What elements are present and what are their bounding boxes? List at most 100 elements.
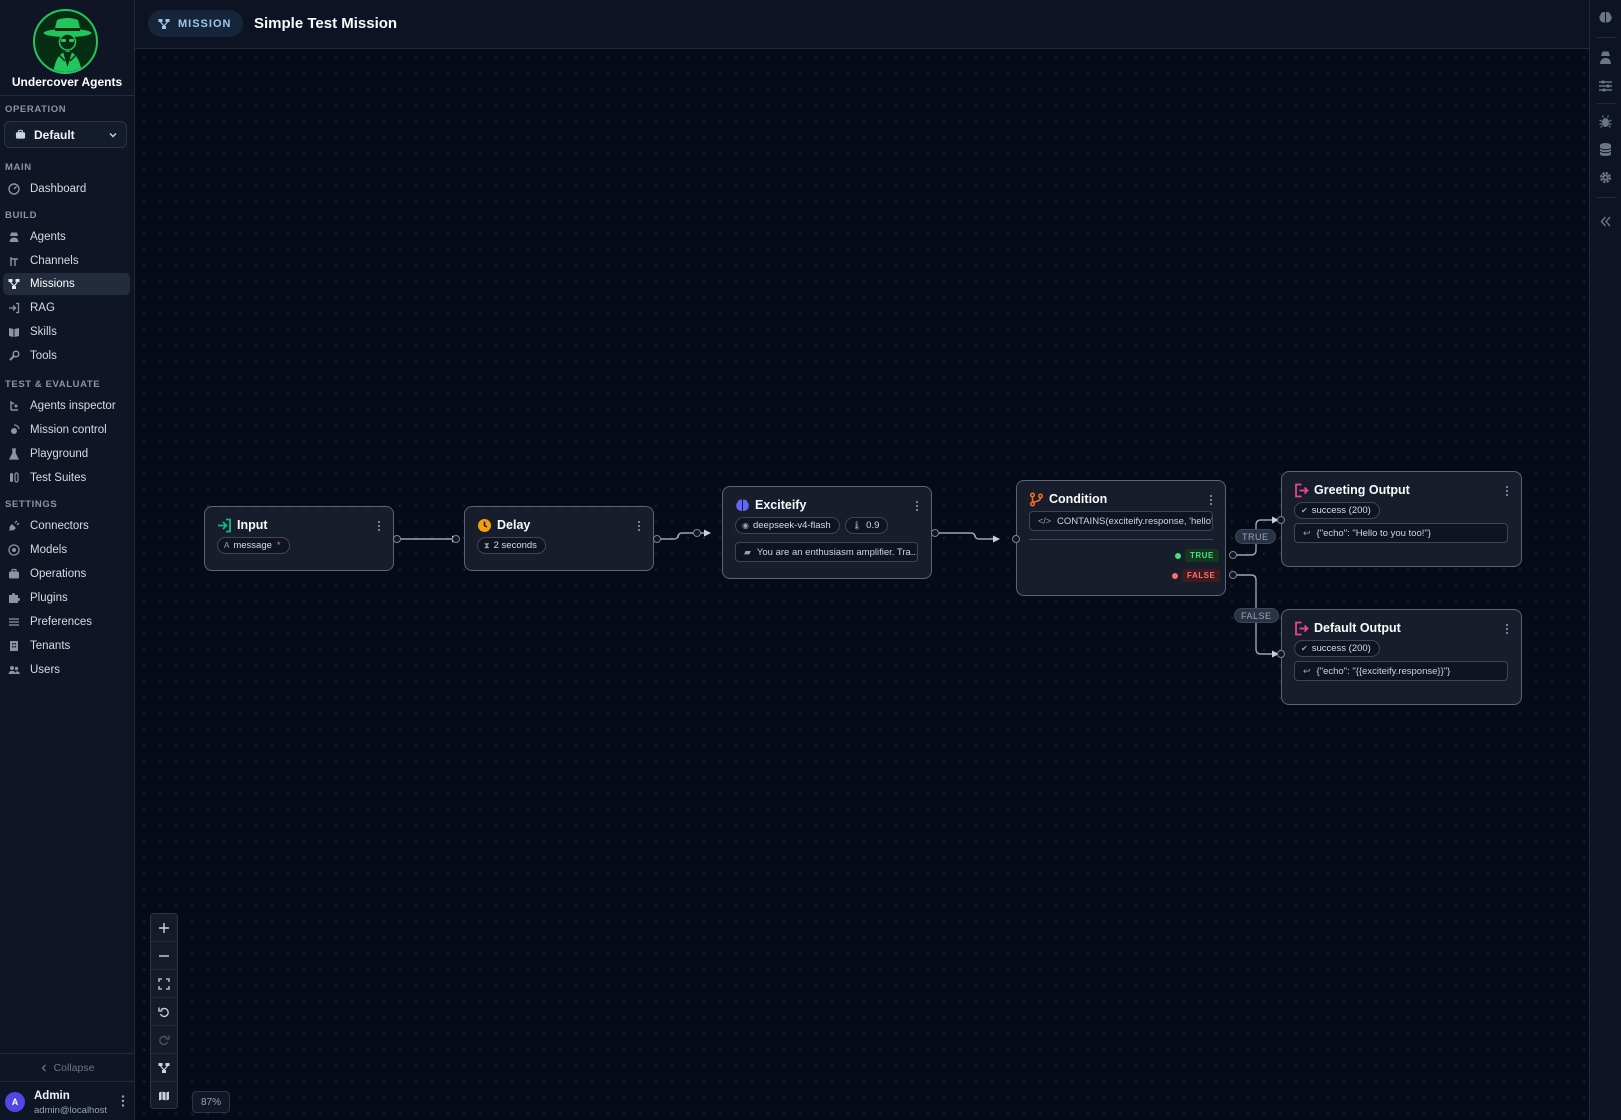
model-chip: ◉ deepseek-v4-flash: [735, 517, 840, 534]
node-delay[interactable]: Delay ⧗ 2 seconds: [464, 506, 654, 571]
sidebar-item-operations[interactable]: Operations: [3, 563, 130, 585]
sidebar-item-users[interactable]: Users: [3, 659, 130, 681]
redo-button[interactable]: [151, 1026, 177, 1054]
zoom-in-button[interactable]: [151, 914, 177, 942]
auto-layout-button[interactable]: [151, 1054, 177, 1082]
logout-arrow-icon: [1295, 483, 1309, 498]
sidebar-item-tools[interactable]: Tools: [3, 345, 130, 367]
building-icon: [10, 641, 18, 651]
port-exciteify-in[interactable]: [693, 529, 701, 537]
section-label-settings: SETTINGS: [5, 499, 58, 510]
port-condition-true-out[interactable]: [1229, 551, 1237, 559]
response-body: ↩ {"echo": "Hello to you too!"}: [1294, 523, 1508, 543]
rail-divider: [1596, 103, 1616, 104]
redo-icon: [159, 1035, 170, 1045]
response-body-text: {"echo": "Hello to you too!"}: [1316, 527, 1431, 539]
page-title: Simple Test Mission: [254, 15, 398, 32]
database-icon[interactable]: [1598, 142, 1613, 157]
node-title: Condition: [1049, 492, 1108, 506]
sidebar-item-tenants[interactable]: Tenants: [3, 635, 130, 657]
kebab-menu-icon[interactable]: [118, 1094, 128, 1108]
sidebar-item-agents-inspector[interactable]: Agents inspector: [3, 395, 130, 417]
sidebar-item-label: Mission control: [30, 424, 107, 436]
temperature-value: 0.9: [866, 520, 880, 531]
sidebar-item-test-suites[interactable]: Test Suites: [3, 467, 130, 489]
fit-view-button[interactable]: [151, 970, 177, 998]
sidebar-item-rag[interactable]: RAG: [3, 297, 130, 319]
delay-duration-chip: ⧗ 2 seconds: [477, 537, 546, 554]
sidebar-item-dashboard[interactable]: Dashboard: [3, 178, 130, 200]
port-default-in[interactable]: [1277, 650, 1285, 658]
prompt-text: You are an enthusiasm amplifier. Tra...: [756, 546, 918, 558]
undo-button[interactable]: [151, 998, 177, 1026]
sidebar-item-channels[interactable]: Channels: [3, 250, 130, 272]
minimap-button[interactable]: [151, 1082, 177, 1110]
node-menu-icon[interactable]: [915, 500, 919, 512]
collapse-button[interactable]: Collapse: [0, 1053, 134, 1075]
sidebar-item-plugins[interactable]: Plugins: [3, 587, 130, 609]
wrench-icon: [9, 350, 20, 361]
right-toolbar: [1589, 0, 1621, 1120]
bug-icon[interactable]: [1598, 114, 1613, 129]
false-branch-dot: [1172, 573, 1178, 579]
temperature-chip: 🌡︎ 0.9: [845, 517, 889, 534]
edges-layer: [396, 516, 1279, 658]
port-condition-false-out[interactable]: [1229, 571, 1237, 579]
sidebar-item-missions[interactable]: Missions: [3, 273, 130, 295]
node-menu-icon[interactable]: [1209, 494, 1213, 506]
sidebar-item-label: Dashboard: [30, 183, 87, 195]
port-input-out[interactable]: [393, 535, 401, 543]
user-name: Admin: [34, 1090, 70, 1102]
operation-select[interactable]: Default: [4, 121, 127, 148]
true-branch-label: TRUE: [1185, 549, 1219, 562]
user-profile[interactable]: A Admin admin@localhost: [0, 1081, 134, 1120]
hourglass-icon: ⧗: [484, 540, 490, 550]
node-exciteify[interactable]: Exciteify ◉ deepseek-v4-flash 🌡︎ 0.9 ▰ Y…: [722, 486, 932, 579]
node-menu-icon[interactable]: [1505, 485, 1509, 497]
node-menu-icon[interactable]: [1505, 623, 1509, 635]
port-delay-in[interactable]: [452, 535, 460, 543]
mission-badge: MISSION: [148, 10, 244, 37]
sidebar-item-label: Users: [30, 664, 61, 676]
sidebar-item-models[interactable]: Models: [3, 539, 130, 561]
sliders-icon[interactable]: [1598, 78, 1613, 93]
brain-icon[interactable]: [1598, 10, 1613, 25]
sidebar-item-preferences[interactable]: Preferences: [3, 611, 130, 633]
sidebar-item-connectors[interactable]: Connectors: [3, 515, 130, 537]
node-greeting-output[interactable]: Greeting Output ✔ success (200) ↩ {"echo…: [1281, 471, 1522, 567]
port-exciteify-out[interactable]: [931, 529, 939, 537]
node-menu-icon[interactable]: [377, 520, 381, 532]
prompt-preview: ▰ You are an enthusiasm amplifier. Tra..…: [735, 542, 918, 562]
chevrons-left-icon[interactable]: [1598, 214, 1613, 229]
sidebar-item-label: RAG: [30, 302, 55, 314]
workflow-canvas[interactable]: Input A message * Delay ⧗ 2 seconds Exci…: [136, 50, 1589, 1120]
zoom-level: 87%: [192, 1091, 231, 1113]
port-delay-out[interactable]: [653, 535, 661, 543]
node-title: Default Output: [1314, 621, 1401, 635]
zoom-out-button[interactable]: [151, 942, 177, 970]
node-menu-icon[interactable]: [637, 520, 641, 532]
users-icon: [8, 666, 20, 674]
sidebar-item-skills[interactable]: Skills: [3, 321, 130, 343]
sidebar-item-playground[interactable]: Playground: [3, 443, 130, 465]
edge-label-false: FALSE: [1234, 608, 1279, 623]
brand-logo[interactable]: [33, 9, 98, 74]
port-condition-in[interactable]: [1012, 535, 1020, 543]
node-title: Input: [237, 518, 268, 532]
sidebar-item-agents[interactable]: Agents: [3, 226, 130, 248]
condition-expression-text: CONTAINS(exciteify.response, 'hello'): [1057, 515, 1213, 527]
node-default-output[interactable]: Default Output ✔ success (200) ↩ {"echo"…: [1281, 609, 1522, 705]
briefcase-icon: [15, 129, 26, 139]
node-input[interactable]: Input A message *: [204, 506, 394, 571]
node-title: Greeting Output: [1314, 483, 1410, 497]
tower-icon: [10, 257, 18, 266]
rail-divider: [1596, 197, 1616, 198]
sidebar-item-mission-control[interactable]: Mission control: [3, 419, 130, 441]
gear-icon[interactable]: [1598, 170, 1613, 185]
false-branch-label: FALSE: [1182, 569, 1221, 582]
node-condition[interactable]: Condition </> CONTAINS(exciteify.respons…: [1016, 480, 1226, 596]
sliders-icon: [9, 618, 19, 626]
model-icon: ◉: [742, 521, 749, 530]
port-greeting-in[interactable]: [1277, 516, 1285, 524]
agent-icon[interactable]: [1598, 50, 1613, 65]
